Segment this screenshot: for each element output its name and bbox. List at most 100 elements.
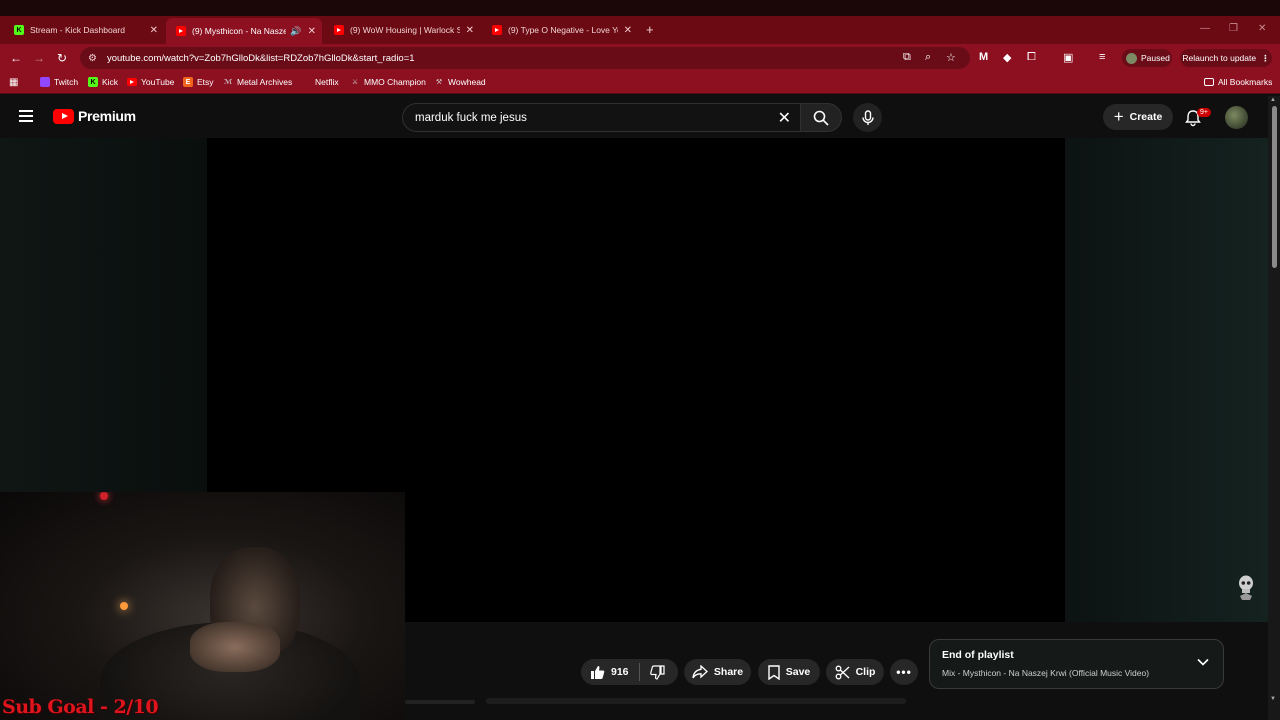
minimize-icon[interactable]: — xyxy=(1200,23,1210,34)
twitch-icon xyxy=(40,77,50,87)
clip-label: Clip xyxy=(855,666,876,678)
skull-mascot-icon[interactable] xyxy=(1236,574,1256,600)
like-count: 916 xyxy=(611,666,629,678)
maximize-icon[interactable]: ❐ xyxy=(1229,23,1238,34)
save-button[interactable]: Save xyxy=(758,659,820,685)
share-label: Share xyxy=(713,666,744,678)
tab-title: (9) WoW Housing | Warlock Sa xyxy=(350,25,460,35)
close-tab-icon[interactable]: ✕ xyxy=(308,26,316,37)
search-button[interactable] xyxy=(800,103,842,132)
scroll-down-icon[interactable]: ▼ xyxy=(1270,696,1276,702)
tab-mysthicon[interactable]: (9) Mysthicon - Na Naszej K 🔊 ✕ xyxy=(166,18,322,44)
plus-icon: + xyxy=(1113,107,1124,126)
apps-grid-icon[interactable]: ▦ xyxy=(9,77,18,88)
profile-button[interactable]: Paused xyxy=(1122,49,1172,67)
save-label: Save xyxy=(785,666,811,678)
metal-archives-icon: ℳ xyxy=(223,79,233,86)
relaunch-label: Relaunch to update xyxy=(1182,53,1257,63)
tab-type-o-negative[interactable]: (9) Type O Negative - Love You ✕ xyxy=(482,19,638,41)
back-icon[interactable]: ← xyxy=(10,51,22,65)
media-controls-icon[interactable]: ≡ xyxy=(1099,51,1105,63)
url-text[interactable]: youtube.com/watch?v=Zob7hGlloDk&list=RDZ… xyxy=(107,53,415,64)
bookmark-netflix[interactable]: Netflix xyxy=(301,77,339,87)
scrollbar-thumb[interactable] xyxy=(1272,106,1277,268)
kick-icon: K xyxy=(88,77,98,87)
bookmark-label: MMO Champion xyxy=(364,77,426,87)
create-button[interactable]: + Create xyxy=(1103,104,1173,130)
share-icon xyxy=(692,665,708,679)
address-bar[interactable]: ⚙ youtube.com/watch?v=Zob7hGlloDk&list=R… xyxy=(80,47,970,69)
voice-search-button[interactable] xyxy=(853,103,882,132)
microphone-icon xyxy=(861,109,874,125)
clear-search-icon[interactable]: ✕ xyxy=(778,108,791,128)
playlist-title: End of playlist xyxy=(942,649,1014,661)
new-tab-button[interactable]: + xyxy=(646,22,654,37)
share-button[interactable]: Share xyxy=(684,659,751,685)
search-input[interactable]: marduk fuck me jesus xyxy=(415,112,778,124)
close-tab-icon[interactable]: ✕ xyxy=(150,25,158,36)
more-actions-icon[interactable]: ••• xyxy=(890,659,918,685)
bookmark-metal-archives[interactable]: ℳ Metal Archives xyxy=(223,77,292,87)
chevron-down-icon[interactable] xyxy=(1196,655,1210,669)
bookmark-label: YouTube xyxy=(141,77,175,87)
extensions-puzzle-icon[interactable]: ⧠ xyxy=(1027,51,1036,64)
extension-diamond-icon[interactable]: ◆ xyxy=(1003,51,1011,64)
reading-mode-icon[interactable]: ▣ xyxy=(1063,51,1073,64)
thumbs-down-icon xyxy=(649,664,665,680)
logo-text: Premium xyxy=(78,108,136,124)
all-bookmarks-label: All Bookmarks xyxy=(1218,77,1273,87)
webcam-overlay xyxy=(0,492,405,720)
youtube-header: Premium marduk fuck me jesus ✕ + Create xyxy=(0,96,1268,138)
clip-button[interactable]: Clip xyxy=(826,659,884,685)
bookmark-kick[interactable]: K Kick xyxy=(88,77,118,87)
save-bookmark-icon xyxy=(768,664,780,680)
create-label: Create xyxy=(1129,111,1163,123)
playlist-panel[interactable]: End of playlist Mix - Mysthicon - Na Nas… xyxy=(929,639,1224,689)
bookmark-wowhead[interactable]: ⚒ Wowhead xyxy=(434,77,486,87)
close-tab-icon[interactable]: ✕ xyxy=(466,25,474,36)
site-info-icon[interactable]: ⚙ xyxy=(88,53,97,64)
tab-wow-housing[interactable]: (9) WoW Housing | Warlock Sa ✕ xyxy=(324,19,480,41)
candle-light xyxy=(120,602,128,610)
wowhead-icon: ⚒ xyxy=(435,79,443,86)
bookmark-twitch[interactable]: Twitch xyxy=(40,77,78,87)
zoom-icon[interactable]: ⌕ xyxy=(925,51,931,64)
recommendation-chip xyxy=(405,700,475,704)
ambient-glow-right xyxy=(1065,138,1268,622)
like-button[interactable] xyxy=(590,665,605,680)
red-light xyxy=(100,492,108,500)
scroll-up-icon[interactable]: ▲ xyxy=(1270,97,1276,103)
bookmark-mmo-champion[interactable]: ⚔ MMO Champion xyxy=(350,77,426,87)
bookmark-star-icon[interactable]: ☆ xyxy=(946,51,956,64)
relaunch-button[interactable]: Relaunch to update ⋮ xyxy=(1180,49,1272,67)
install-app-icon[interactable]: ⧉ xyxy=(903,51,911,64)
tab-title: Stream - Kick Dashboard xyxy=(30,25,125,35)
dislike-button[interactable] xyxy=(649,664,665,680)
all-bookmarks[interactable]: All Bookmarks xyxy=(1204,77,1272,87)
tab-kick-dashboard[interactable]: K Stream - Kick Dashboard ✕ xyxy=(4,19,164,41)
bookmark-etsy[interactable]: E Etsy xyxy=(183,77,214,87)
forward-icon[interactable]: → xyxy=(33,51,45,65)
speaker-icon[interactable]: 🔊 xyxy=(290,26,301,37)
close-window-icon[interactable]: ✕ xyxy=(1258,23,1266,34)
bookmark-label: Kick xyxy=(102,77,119,87)
youtube-icon xyxy=(176,26,186,36)
hamburger-menu-icon[interactable] xyxy=(19,110,33,122)
browser-toolbar: ← → ↻ ⚙ youtube.com/watch?v=Zob7hGlloDk&… xyxy=(0,44,1280,72)
bookmark-label: Etsy xyxy=(197,77,214,87)
search-box[interactable]: marduk fuck me jesus ✕ xyxy=(402,103,801,132)
bookmark-label: Wowhead xyxy=(448,77,486,87)
search-icon xyxy=(813,110,829,126)
folder-icon xyxy=(1204,78,1214,86)
reload-icon[interactable]: ↻ xyxy=(57,51,67,65)
menu-dots-icon: ⋮ xyxy=(1261,52,1270,63)
mmo-champion-icon: ⚔ xyxy=(351,79,359,86)
extension-m-icon[interactable]: M xyxy=(979,51,988,63)
bookmark-label: Metal Archives xyxy=(237,77,293,87)
account-avatar[interactable] xyxy=(1225,106,1248,129)
youtube-logo[interactable]: Premium xyxy=(53,108,136,124)
close-tab-icon[interactable]: ✕ xyxy=(624,25,632,36)
notification-badge: 9+ xyxy=(1197,108,1211,117)
etsy-icon: E xyxy=(183,77,193,87)
bookmark-youtube[interactable]: YouTube xyxy=(127,77,174,87)
